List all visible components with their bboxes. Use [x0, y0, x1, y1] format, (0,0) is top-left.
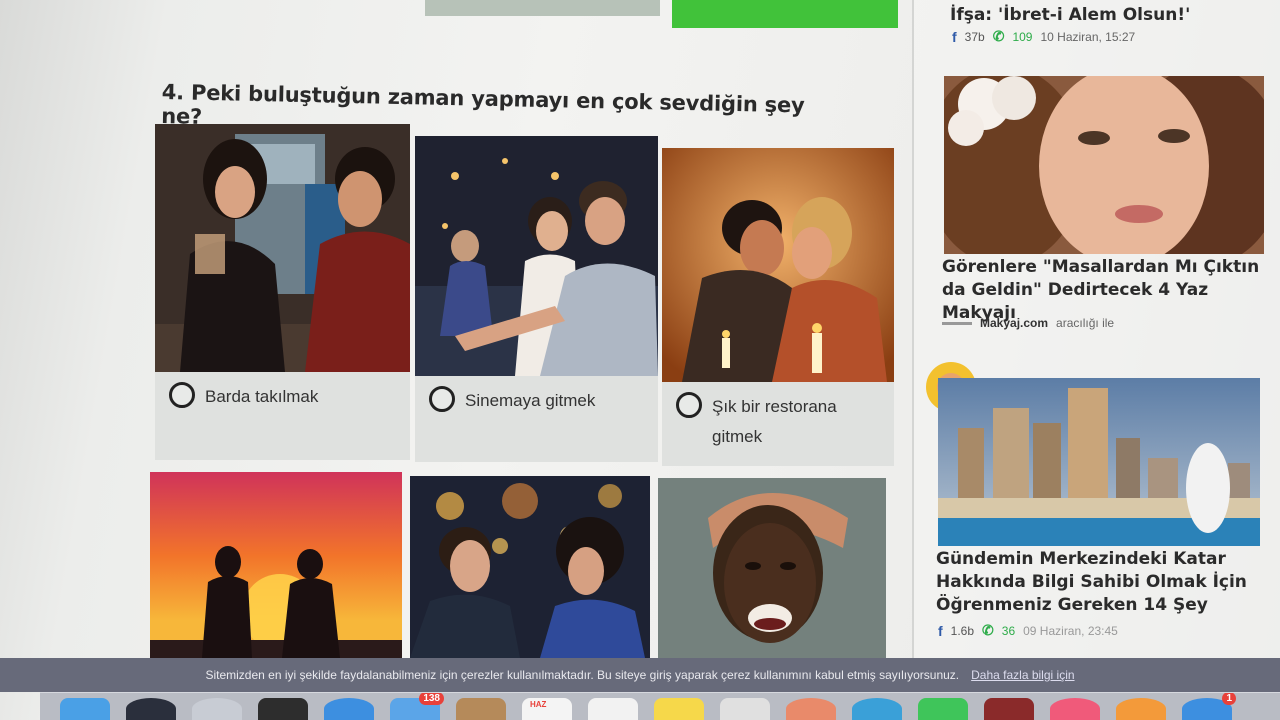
mail-icon[interactable]: 138 — [390, 693, 444, 720]
makeup-article-image[interactable] — [944, 76, 1264, 254]
notes-icon[interactable] — [654, 698, 704, 720]
quiz-column: 4. Peki buluştuğun zaman yapmayı en çok … — [0, 0, 915, 660]
couple-city-lights-image — [410, 476, 650, 658]
facebook-share-count: 37b — [964, 29, 985, 44]
option-row[interactable]: Sinemaya gitmek — [429, 386, 595, 416]
facebook-icon[interactable]: f — [938, 623, 943, 639]
books-icon[interactable] — [1116, 698, 1166, 720]
makeup-article-headline[interactable]: Görenlere "Masallardan Mı Çıktın da Geld… — [942, 256, 1272, 325]
selected-option-strip[interactable] — [672, 0, 898, 28]
whatsapp-share-count: 36 — [1001, 623, 1016, 638]
cookie-consent-bar: Sitemizden en iyi şekilde faydalanabilme… — [0, 658, 1280, 692]
qatar-article-meta: f 1.6b ✆ 36 09 Haziran, 23:45 — [938, 622, 1118, 639]
safari-icon[interactable] — [192, 698, 242, 720]
whatsapp-share-count: 109 — [1012, 29, 1033, 44]
mail-badge: 138 — [419, 693, 444, 705]
radio-button[interactable] — [429, 386, 455, 412]
sidebar-top-meta: f 37b ✆ 109 10 Haziran, 15:27 — [952, 28, 1135, 45]
photo-booth-icon[interactable] — [984, 698, 1034, 720]
globe-icon[interactable] — [852, 698, 902, 720]
laughing-woman-image — [658, 478, 886, 658]
qatar-article-headline[interactable]: Gündemin Merkezindeki Katar Hakkında Bil… — [936, 548, 1266, 617]
terminal-icon[interactable] — [258, 698, 308, 720]
photo-app-icon[interactable] — [786, 698, 836, 720]
option-card-city-lights[interactable] — [410, 476, 650, 658]
sponsor-line: Makyaj.com aracılığı ile — [942, 316, 1114, 330]
sidebar: İfşa: 'İbret-i Alem Olsun!' f 37b ✆ 109 … — [912, 0, 1280, 660]
facebook-icon[interactable]: f — [952, 29, 957, 45]
sponsor-logo-icon — [942, 321, 972, 325]
sidebar-top-headline[interactable]: İfşa: 'İbret-i Alem Olsun!' — [950, 4, 1270, 27]
calendar-icon[interactable]: HAZ — [522, 698, 572, 720]
option-label: Sinemaya gitmek — [465, 391, 596, 410]
option-card-cinema[interactable]: Sinemaya gitmek — [415, 136, 658, 462]
option-card-sunset[interactable] — [150, 472, 402, 658]
music-icon[interactable] — [1050, 698, 1100, 720]
radio-button[interactable] — [676, 392, 702, 418]
whatsapp-icon[interactable]: ✆ — [982, 622, 994, 639]
messages-icon[interactable] — [918, 698, 968, 720]
macos-dock: 138 HAZ 1 — [40, 692, 1280, 720]
qatar-article-image[interactable] — [938, 378, 1260, 546]
couple-at-restaurant-image — [662, 148, 894, 382]
publish-date: 09 Haziran, 23:45 — [1023, 623, 1118, 638]
reminders-icon[interactable] — [588, 698, 638, 720]
publish-date: 10 Haziran, 15:27 — [1040, 29, 1136, 44]
sponsor-name[interactable]: Makyaj.com — [980, 316, 1048, 330]
previous-option-strip[interactable] — [425, 0, 660, 16]
option-card-restaurant[interactable]: Şık bir restorana gitmek — [662, 148, 894, 466]
option-card-laughing-woman[interactable] — [658, 478, 886, 658]
couple-at-bar-image — [155, 124, 410, 372]
radio-button[interactable] — [169, 382, 195, 408]
option-card-bar[interactable]: Barda takılmak — [155, 124, 410, 460]
whatsapp-icon[interactable]: ✆ — [993, 28, 1005, 45]
facebook-share-count: 1.6b — [950, 623, 975, 638]
couple-at-cinema-image — [415, 136, 658, 376]
option-label: Barda takılmak — [205, 387, 319, 406]
finder-icon[interactable] — [60, 698, 110, 720]
option-row[interactable]: Şık bir restorana gitmek — [676, 392, 886, 452]
app-store-icon[interactable] — [324, 698, 374, 720]
calendar-month-label: HAZ — [530, 700, 547, 709]
option-label: Şık bir restorana gitmek — [712, 397, 837, 446]
cookie-more-info-link[interactable]: Daha fazla bilgi için — [971, 668, 1074, 682]
contacts-icon[interactable] — [456, 698, 506, 720]
photos-icon[interactable] — [720, 698, 770, 720]
silhouettes-at-sunset-image — [150, 472, 402, 658]
sponsor-suffix: aracılığı ile — [1056, 316, 1115, 330]
app-store-badge-icon[interactable]: 1 — [1182, 693, 1236, 720]
cookie-consent-text: Sitemizden en iyi şekilde faydalanabilme… — [205, 668, 960, 682]
app-store-badge: 1 — [1222, 693, 1236, 705]
launchpad-icon[interactable] — [126, 698, 176, 720]
option-row[interactable]: Barda takılmak — [169, 382, 318, 412]
